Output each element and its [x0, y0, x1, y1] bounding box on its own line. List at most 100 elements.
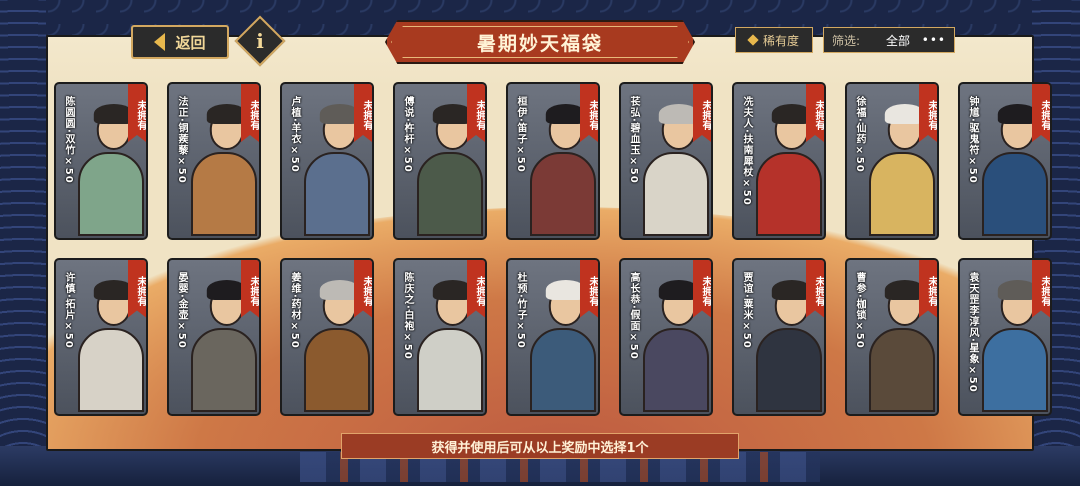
rarity-label: 稀有度 — [762, 33, 799, 48]
character-hair — [997, 279, 1038, 300]
character-robe — [191, 152, 257, 236]
character-hair — [545, 104, 586, 124]
reward-card[interactable]: 傅说·杵杆×50 未拥有 — [393, 82, 487, 240]
not-owned-tag: 未拥有 — [354, 84, 372, 142]
character-hair — [658, 279, 699, 300]
reward-card[interactable]: 许慎·拓片×50 未拥有 — [54, 257, 148, 416]
reward-card[interactable]: 苌弘·碧血玉×50 未拥有 — [619, 82, 713, 240]
reward-card[interactable]: 陈圆圆·双竹×50 未拥有 — [54, 82, 148, 240]
diamond-icon — [747, 34, 759, 46]
reward-card[interactable]: 桓伊·笛子×50 未拥有 — [506, 82, 600, 240]
card-name-label: 袁天罡李淳风·星象×50 — [967, 271, 978, 393]
more-icon[interactable]: ••• — [922, 33, 946, 47]
character-robe — [417, 152, 483, 236]
character-robe — [304, 152, 370, 236]
reward-card[interactable]: 徐福·仙药×50 未拥有 — [845, 82, 939, 240]
card-name-label: 苌弘·碧血玉×50 — [628, 96, 639, 184]
character-hair — [93, 279, 134, 300]
card-name-label: 陈圆圆·双竹×50 — [63, 96, 74, 184]
not-owned-tag: 未拥有 — [919, 84, 937, 142]
not-owned-tag: 未拥有 — [919, 259, 937, 318]
reward-card[interactable]: 陈庆之·白袍×50 未拥有 — [393, 257, 487, 416]
character-robe — [643, 152, 709, 236]
not-owned-tag: 未拥有 — [1032, 259, 1050, 318]
character-hair — [884, 104, 925, 124]
character-robe — [756, 327, 822, 412]
card-name-label: 桓伊·笛子×50 — [515, 96, 526, 173]
character-hair — [997, 104, 1038, 124]
card-name-label: 晏婴·金壶×50 — [176, 271, 187, 349]
footer-note: 获得并使用后可从以上奖励中选择1个 — [341, 433, 739, 459]
reward-card[interactable]: 贾谊·粟米×50 未拥有 — [732, 257, 826, 416]
info-icon: i — [256, 29, 264, 53]
character-hair — [319, 104, 360, 124]
back-arrow-icon — [154, 33, 166, 51]
character-hair — [206, 279, 247, 300]
reward-card[interactable]: 晏婴·金壶×50 未拥有 — [167, 257, 261, 416]
card-name-label: 法正·铜蒺藜×50 — [176, 96, 187, 184]
left-wave-border — [0, 0, 46, 486]
character-robe — [191, 327, 257, 412]
not-owned-tag: 未拥有 — [580, 84, 598, 142]
filter-dropdown[interactable]: 筛选: 全部 ••• — [823, 27, 955, 53]
not-owned-tag: 未拥有 — [128, 259, 146, 318]
not-owned-tag: 未拥有 — [693, 84, 711, 142]
character-robe — [982, 152, 1048, 236]
not-owned-tag: 未拥有 — [580, 259, 598, 318]
card-name-label: 贾谊·粟米×50 — [741, 271, 752, 349]
reward-card[interactable]: 高长恭·假面×50 未拥有 — [619, 257, 713, 416]
not-owned-tag: 未拥有 — [128, 84, 146, 142]
rarity-sort-button[interactable]: 稀有度 — [735, 27, 813, 53]
character-hair — [432, 104, 473, 124]
not-owned-tag: 未拥有 — [806, 84, 824, 142]
reward-card[interactable]: 冼夫人·扶南犀杖×50 未拥有 — [732, 82, 826, 240]
card-name-label: 许慎·拓片×50 — [63, 271, 74, 349]
card-name-label: 高长恭·假面×50 — [628, 271, 639, 360]
character-robe — [982, 327, 1048, 412]
card-name-label: 傅说·杵杆×50 — [402, 96, 413, 173]
reward-card[interactable]: 钟馗·驱鬼符×50 未拥有 — [958, 82, 1052, 240]
character-robe — [869, 152, 935, 236]
not-owned-tag: 未拥有 — [354, 259, 372, 318]
reward-card[interactable]: 卢植·羊衣×50 未拥有 — [280, 82, 374, 240]
card-name-label: 陈庆之·白袍×50 — [402, 271, 413, 360]
character-robe — [530, 327, 596, 412]
not-owned-tag: 未拥有 — [693, 259, 711, 318]
character-robe — [417, 327, 483, 412]
not-owned-tag: 未拥有 — [467, 259, 485, 318]
card-name-label: 卢植·羊衣×50 — [289, 96, 300, 173]
not-owned-tag: 未拥有 — [1032, 84, 1050, 142]
title-banner: 暑期妙天福袋 — [385, 20, 695, 64]
back-label: 返回 — [175, 33, 206, 52]
back-button[interactable]: 返回 — [131, 25, 229, 59]
reward-card-grid: 陈圆圆·双竹×50 未拥有 法正·铜蒺藜×50 未拥有 卢植·羊衣×50 未拥有 傅说·杵杆… — [54, 82, 1052, 416]
character-robe — [304, 327, 370, 412]
card-name-label: 杜预·竹子×50 — [515, 271, 526, 349]
character-hair — [319, 279, 360, 300]
reward-card[interactable]: 法正·铜蒺藜×50 未拥有 — [167, 82, 261, 240]
reward-card[interactable]: 杜预·竹子×50 未拥有 — [506, 257, 600, 416]
character-robe — [530, 152, 596, 236]
character-robe — [756, 152, 822, 236]
character-robe — [869, 327, 935, 412]
card-name-label: 钟馗·驱鬼符×50 — [967, 96, 978, 184]
card-name-label: 姜维·药材×50 — [289, 271, 300, 349]
page-title: 暑期妙天福袋 — [476, 32, 603, 55]
character-hair — [545, 279, 586, 300]
character-hair — [658, 104, 699, 124]
not-owned-tag: 未拥有 — [806, 259, 824, 318]
character-hair — [432, 279, 473, 300]
reward-card[interactable]: 姜维·药材×50 未拥有 — [280, 257, 374, 416]
character-hair — [771, 279, 812, 300]
not-owned-tag: 未拥有 — [241, 259, 259, 318]
character-robe — [643, 327, 709, 412]
card-name-label: 徐福·仙药×50 — [854, 96, 865, 173]
not-owned-tag: 未拥有 — [467, 84, 485, 142]
character-hair — [206, 104, 247, 124]
character-hair — [93, 104, 134, 124]
character-hair — [771, 104, 812, 124]
reward-card[interactable]: 曹参·枷锁×50 未拥有 — [845, 257, 939, 416]
reward-card[interactable]: 袁天罡李淳风·星象×50 未拥有 — [958, 257, 1052, 416]
character-hair — [884, 279, 925, 300]
card-name-label: 曹参·枷锁×50 — [854, 271, 865, 349]
